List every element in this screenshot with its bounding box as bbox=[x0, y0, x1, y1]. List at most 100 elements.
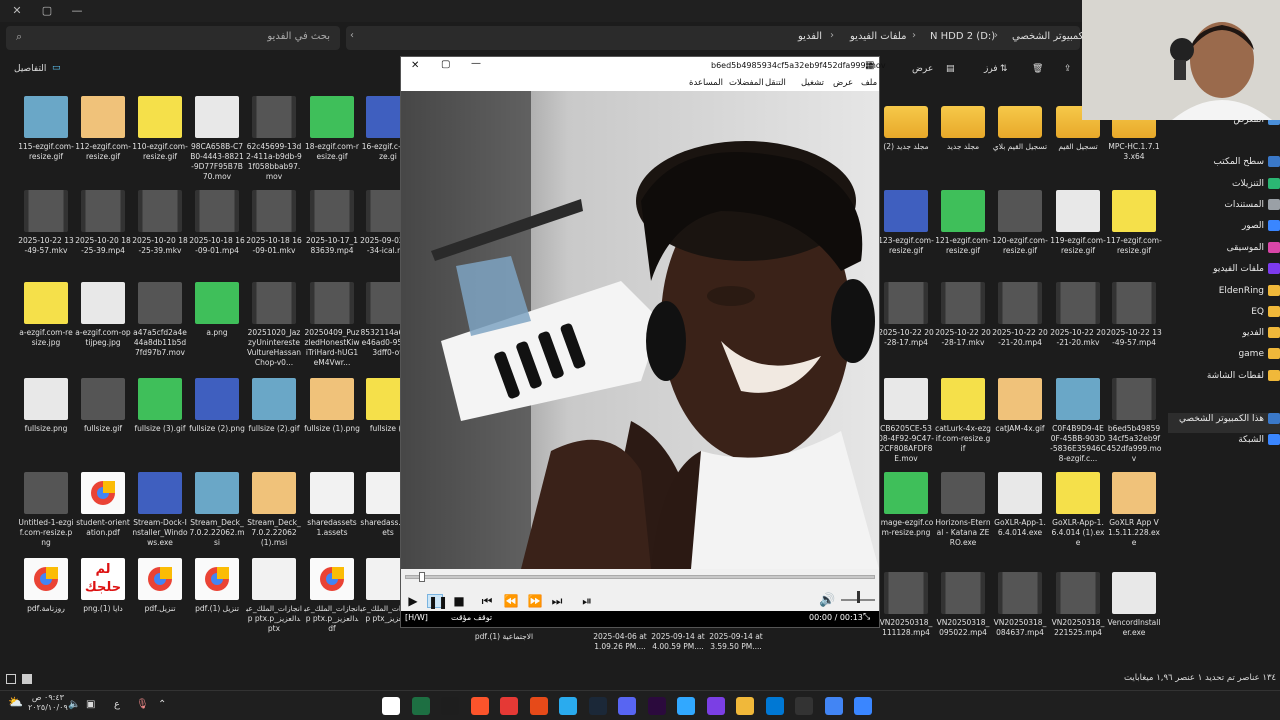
breadcrumb[interactable]: ‹ الفديو › ملفات الفيديو › N HDD 2 (D:) … bbox=[346, 26, 1090, 50]
forward-icon[interactable]: ⏩ bbox=[527, 594, 543, 608]
file-item[interactable]: VN20250318_221525.mp4 bbox=[1050, 572, 1106, 638]
menu-file[interactable]: ملف bbox=[861, 78, 877, 88]
file-item[interactable]: تنزيل (1).pdf bbox=[189, 558, 245, 614]
app-icon[interactable] bbox=[795, 697, 813, 715]
file-item[interactable]: GoXLR-App-1.6.4.014.exe bbox=[992, 472, 1048, 538]
language-indicator[interactable]: ع bbox=[114, 699, 120, 710]
file-item[interactable]: 20251020_JazzyUninteresteVultureHassanCh… bbox=[246, 282, 302, 368]
file-item[interactable]: Untitled-1-ezgif.com-resize.png bbox=[18, 472, 74, 548]
seek-bar[interactable] bbox=[405, 575, 875, 579]
file-item[interactable]: C0F4B9D9-4E0F-45BB-903D-5836E35946C8-ezg… bbox=[1050, 378, 1106, 464]
file-item[interactable]: a.png bbox=[189, 282, 245, 338]
details-button[interactable]: التفاصيل bbox=[14, 64, 46, 74]
file-item[interactable]: 2025-10-20 18-25-39.mkv bbox=[132, 190, 188, 256]
minimize-icon[interactable]: — bbox=[64, 2, 90, 20]
brave-icon[interactable] bbox=[470, 697, 489, 715]
file-name[interactable]: 2025-09-14 at 4.00.59 PM.... bbox=[648, 632, 708, 652]
file-item[interactable]: fullsize.gif bbox=[75, 378, 131, 434]
file-explorer-icon[interactable] bbox=[736, 697, 754, 715]
file-item[interactable]: 2025-10-22 20-21-20.mkv bbox=[1050, 282, 1106, 348]
file-item[interactable]: fullsize (2).png bbox=[189, 378, 245, 434]
file-item[interactable]: Stream_Deck_7.0.2.22062.msi bbox=[189, 472, 245, 548]
weather-icon[interactable]: ⛅ bbox=[8, 695, 23, 709]
breadcrumb-item-pc[interactable]: الكمبيوتر الشخصي bbox=[1012, 31, 1090, 42]
file-item[interactable]: b6ed5b4985934cf5a32eb9f452dfa999.mov bbox=[1106, 378, 1162, 464]
volume-thumb[interactable] bbox=[857, 591, 860, 603]
sidebar-item[interactable]: سطح المكتب bbox=[1168, 156, 1280, 176]
breadcrumb-item-video[interactable]: الفديو bbox=[798, 31, 822, 42]
file-item[interactable]: student-orientation.pdf bbox=[75, 472, 131, 538]
skip-back-icon[interactable]: ⏮ bbox=[479, 594, 495, 608]
file-name[interactable]: 2025-04-06 at 1.09.26 PM.... bbox=[590, 632, 650, 652]
file-item[interactable]: image-ezgif.com-resize.png bbox=[878, 472, 934, 538]
view-button[interactable]: عرض bbox=[912, 64, 933, 74]
file-item[interactable]: a47a5cfd2a4e44a8db11b5d7fd97b7.mov bbox=[132, 282, 188, 358]
chevron-up-icon[interactable]: ⌃ bbox=[158, 699, 166, 710]
file-item[interactable]: 112-ezgif.com-resize.gif bbox=[75, 96, 131, 162]
file-item[interactable]: Stream_Deck_7.0.2.22062 (1).msi bbox=[246, 472, 302, 548]
terminal-icon[interactable] bbox=[441, 697, 459, 715]
file-item[interactable]: Stream-Dock-Installer_Windows.exe bbox=[132, 472, 188, 548]
volume-tray-icon[interactable]: 🔈 bbox=[68, 699, 80, 710]
app-icon[interactable] bbox=[500, 697, 518, 715]
file-item[interactable]: GoXLR App V1.5.11.228.exe bbox=[1106, 472, 1162, 548]
file-item[interactable]: 2025-10-22 20-21-20.mp4 bbox=[992, 282, 1048, 348]
file-item[interactable]: 2025-10-22 13-49-57.mkv bbox=[18, 190, 74, 256]
sidebar-item[interactable]: EQ bbox=[1168, 306, 1280, 326]
sidebar-item[interactable]: لقطات الشاشة bbox=[1168, 370, 1280, 390]
photoshop-icon[interactable] bbox=[677, 697, 695, 715]
file-item[interactable]: 20250409_PuzzledHonestKiwiTriHard-hUG1eM… bbox=[304, 282, 360, 368]
sidebar-item[interactable]: الموسيقى bbox=[1168, 242, 1280, 262]
file-item[interactable]: fullsize.png bbox=[18, 378, 74, 434]
chrome-icon[interactable] bbox=[824, 697, 843, 715]
file-item[interactable]: sharedassets1.assets bbox=[304, 472, 360, 538]
telegram-icon[interactable] bbox=[559, 697, 577, 715]
file-item[interactable]: 117-ezgif.com-resize.gif bbox=[1106, 190, 1162, 256]
file-item[interactable]: 110-ezgif.com-resize.gif bbox=[132, 96, 188, 162]
menu-favorites[interactable]: المفضلات bbox=[729, 78, 764, 88]
file-item[interactable]: 115-ezgif.com-resize.gif bbox=[18, 96, 74, 162]
file-item[interactable]: 98CA658B-C7B0-4443-8821-9D77F95B7B70.mov bbox=[189, 96, 245, 182]
sidebar-item[interactable]: الشبكة bbox=[1168, 434, 1280, 454]
frame-step-icon[interactable]: ⏯ bbox=[579, 594, 595, 608]
sidebar-item[interactable]: EldenRing bbox=[1168, 285, 1280, 305]
file-item[interactable]: 2025-10-18 16-09-01.mkv bbox=[246, 190, 302, 256]
list-view-icon[interactable] bbox=[22, 674, 32, 684]
file-item[interactable]: مجلد جديد bbox=[935, 96, 991, 152]
rewind-icon[interactable]: ⏪ bbox=[503, 594, 519, 608]
sidebar-item[interactable]: الصور bbox=[1168, 220, 1280, 240]
file-item[interactable]: VN20250318_084637.mp4 bbox=[992, 572, 1048, 638]
file-item[interactable]: 120-ezgif.com-resize.gif bbox=[992, 190, 1048, 256]
file-item[interactable]: انجازات_الملك_عبدالعزيز_p ptx.pptx bbox=[246, 558, 302, 634]
file-item[interactable]: 2025-10-22 20-28-17.mp4 bbox=[878, 282, 934, 348]
file-item[interactable]: تسجيل القيم بلاي bbox=[992, 96, 1048, 152]
maximize-icon[interactable]: ▢ bbox=[34, 2, 60, 20]
play-icon[interactable]: ▶ bbox=[405, 594, 421, 608]
file-item[interactable]: 18-ezgif.com-resize.gif bbox=[304, 96, 360, 162]
file-item[interactable]: a-ezgif.com-resize.jpg bbox=[18, 282, 74, 348]
breadcrumb-item-drive[interactable]: N HDD 2 (D:) bbox=[930, 31, 995, 42]
close-icon[interactable]: ✕ bbox=[411, 60, 419, 71]
app-icon[interactable] bbox=[706, 697, 725, 715]
file-item[interactable]: catJAM-4x.gif bbox=[992, 378, 1048, 434]
sidebar-item[interactable]: التنزيلات bbox=[1168, 178, 1280, 198]
premiere-icon[interactable] bbox=[647, 697, 666, 715]
file-item[interactable]: VN20250318_111128.mp4 bbox=[878, 572, 934, 638]
start-icon[interactable] bbox=[854, 697, 872, 715]
file-item[interactable]: لم حلجك دايا (1).png bbox=[75, 558, 131, 614]
breadcrumb-item-videos[interactable]: ملفات الفيديو bbox=[850, 31, 906, 42]
volume-icon[interactable]: 🔊 bbox=[819, 594, 835, 608]
sidebar-item[interactable]: المستندات bbox=[1168, 199, 1280, 219]
sidebar-item[interactable]: ملفات الفيديو bbox=[1168, 263, 1280, 283]
file-item[interactable]: 121-ezgif.com-resize.gif bbox=[935, 190, 991, 256]
close-icon[interactable]: ✕ bbox=[4, 2, 30, 20]
share-icon[interactable]: ⇪ bbox=[1064, 64, 1072, 74]
steam-icon[interactable] bbox=[588, 697, 607, 715]
delete-icon[interactable]: 🗑 bbox=[1032, 64, 1043, 74]
file-item[interactable]: 2025-10-17_183639.mp4 bbox=[304, 190, 360, 256]
edge-icon[interactable] bbox=[765, 697, 784, 715]
menu-view[interactable]: عرض bbox=[833, 78, 853, 88]
file-item[interactable]: a-ezgif.com-optijpeg.jpg bbox=[75, 282, 131, 348]
sort-button[interactable]: فرز bbox=[984, 64, 998, 74]
seek-thumb[interactable] bbox=[419, 572, 425, 582]
